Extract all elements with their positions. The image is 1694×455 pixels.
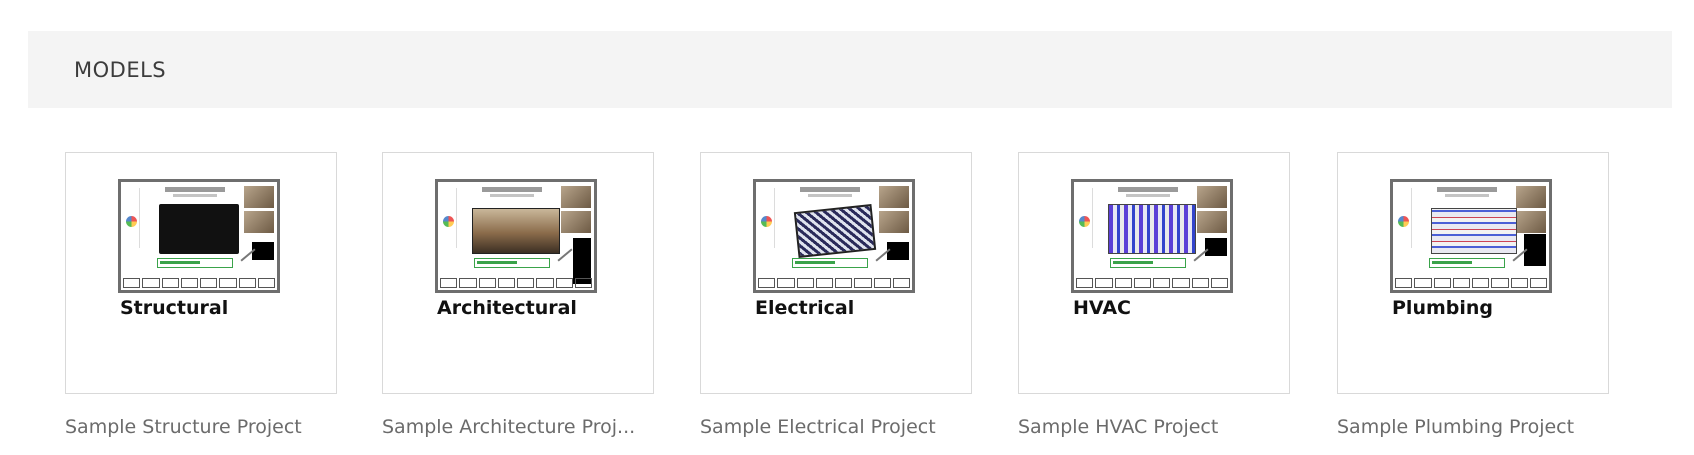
model-caption[interactable]: Sample Plumbing Project	[1337, 416, 1609, 438]
model-caption[interactable]: Sample Structure Project	[65, 416, 337, 438]
drawing-sheet-image	[1071, 179, 1233, 293]
model-thumbnail[interactable]: Plumbing	[1337, 152, 1609, 394]
thumbnail-label: HVAC	[1073, 297, 1131, 319]
models-section-header: MODELS	[28, 31, 1672, 108]
drawing-sheet-image	[435, 179, 597, 293]
section-title: MODELS	[74, 58, 167, 82]
thumbnail-label: Architectural	[437, 297, 577, 319]
model-thumbnail[interactable]: HVAC	[1018, 152, 1290, 394]
model-caption[interactable]: Sample Architecture Proj...	[382, 416, 654, 438]
drawing-sheet-image	[1390, 179, 1552, 293]
model-caption[interactable]: Sample Electrical Project	[700, 416, 972, 438]
model-thumbnail[interactable]: Structural	[65, 152, 337, 394]
model-thumbnail[interactable]: Electrical	[700, 152, 972, 394]
thumbnail-label: Electrical	[755, 297, 855, 319]
drawing-sheet-image	[118, 179, 280, 293]
thumbnail-label: Plumbing	[1392, 297, 1494, 319]
model-thumbnail[interactable]: Architectural	[382, 152, 654, 394]
thumbnail-label: Structural	[120, 297, 229, 319]
model-caption[interactable]: Sample HVAC Project	[1018, 416, 1290, 438]
drawing-sheet-image	[753, 179, 915, 293]
